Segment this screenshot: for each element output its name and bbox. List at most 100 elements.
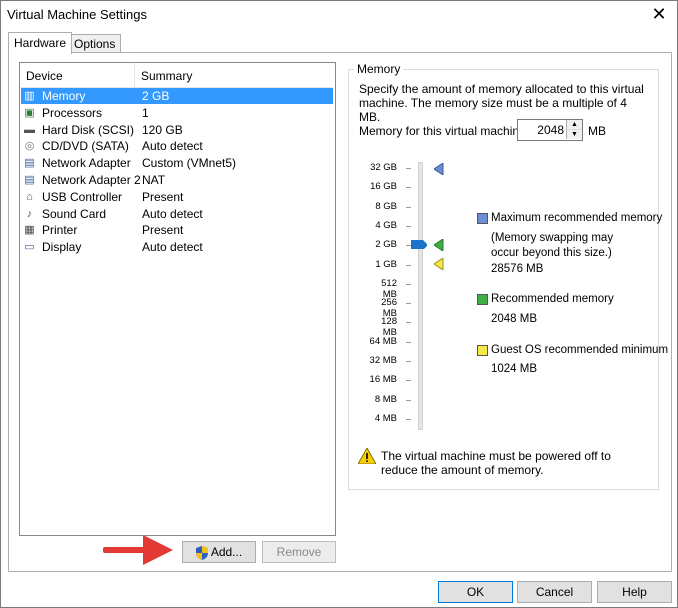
device-summary: Custom (VMnet5) bbox=[142, 156, 237, 171]
device-row[interactable]: ▤ Network Adapter Custom (VMnet5) bbox=[21, 155, 333, 171]
recommended-legend-swatch-icon bbox=[477, 294, 488, 305]
tab-options[interactable]: Options bbox=[68, 34, 122, 53]
memory-scale-tick bbox=[406, 168, 411, 169]
device-summary: Present bbox=[142, 189, 184, 204]
memory-icon: ▥ bbox=[24, 90, 35, 102]
memory-stepper[interactable]: 2048 ▲ ▼ bbox=[517, 119, 583, 141]
device-name: Memory bbox=[42, 89, 86, 103]
max-legend-note: (Memory swapping may occur beyond this s… bbox=[491, 232, 614, 259]
memory-scale-tick-label: 2 GB bbox=[375, 239, 397, 251]
device-summary: Auto detect bbox=[142, 206, 203, 221]
device-row[interactable]: ♪ Sound Card Auto detect bbox=[21, 206, 333, 222]
device-name: Display bbox=[42, 240, 82, 255]
tab-hardware[interactable]: Hardware bbox=[8, 32, 73, 54]
memory-description: Specify the amount of memory allocated t… bbox=[359, 82, 644, 124]
add-button-label: Add... bbox=[210, 545, 243, 559]
minimum-memory-marker-icon bbox=[434, 258, 444, 270]
increment-icon[interactable]: ▲ bbox=[566, 120, 582, 130]
max-memory-marker-icon bbox=[434, 163, 444, 175]
decrement-icon[interactable]: ▼ bbox=[566, 130, 582, 139]
device-list-header: Device Summary bbox=[20, 63, 333, 88]
memory-field-label: Memory for this virtual machine: bbox=[359, 124, 530, 138]
memory-input[interactable]: 2048 bbox=[518, 120, 564, 140]
warning-icon bbox=[358, 448, 376, 464]
memory-scale-tick-label: 8 GB bbox=[375, 200, 397, 212]
device-summary: NAT bbox=[142, 173, 166, 187]
memory-scale-tick bbox=[406, 187, 411, 189]
device-name: Network Adapter bbox=[42, 156, 131, 171]
memory-scale-tick bbox=[406, 264, 411, 266]
memory-scale-tick bbox=[406, 418, 411, 420]
device-name: Printer bbox=[42, 223, 78, 238]
device-row[interactable]: ◎ CD/DVD (SATA) Auto detect bbox=[21, 138, 333, 154]
device-summary: Auto detect bbox=[142, 139, 203, 154]
device-name: Hard Disk (SCSI) bbox=[42, 122, 135, 137]
device-row[interactable]: ⌂ USB Controller Present bbox=[21, 189, 333, 205]
max-legend-value: 28576 MB bbox=[491, 263, 544, 275]
memory-scale-tick bbox=[406, 206, 411, 208]
memory-scale-tick bbox=[406, 283, 411, 285]
shield-icon bbox=[195, 545, 208, 560]
minimum-legend-swatch-icon bbox=[477, 345, 488, 356]
memory-scale-tick-label: 4 MB bbox=[374, 412, 397, 424]
memory-scale-tick bbox=[406, 225, 411, 227]
device-row[interactable]: ▥ Memory 2 GB bbox=[21, 88, 333, 104]
add-button[interactable]: Add... bbox=[182, 541, 256, 563]
column-header-summary[interactable]: Summary bbox=[141, 69, 192, 83]
cd-dvd-icon: ◎ bbox=[24, 140, 35, 153]
device-name: CD/DVD (SATA) bbox=[42, 139, 129, 154]
device-row[interactable]: ▭ Display Auto detect bbox=[21, 239, 333, 255]
memory-scale-tick-label: 32 MB bbox=[369, 355, 397, 366]
device-summary: 2 GB bbox=[142, 89, 170, 103]
memory-scale-tick-label: 64 MB bbox=[369, 335, 397, 347]
column-header-device[interactable]: Device bbox=[26, 69, 63, 83]
recommended-memory-marker-icon bbox=[434, 239, 444, 251]
device-row[interactable]: ▦ Printer Present bbox=[21, 222, 333, 238]
memory-scale-tick-label: 32 GB bbox=[370, 162, 397, 173]
device-row[interactable]: ▤ Network Adapter 2 NAT bbox=[21, 172, 333, 188]
minimum-legend-value: 1024 MB bbox=[491, 363, 538, 375]
device-summary: Present bbox=[142, 223, 184, 238]
sound-icon: ♪ bbox=[26, 207, 33, 220]
memory-slider-track[interactable] bbox=[418, 162, 423, 430]
memory-unit: MB bbox=[588, 124, 606, 138]
device-summary: Auto detect bbox=[142, 240, 203, 255]
memory-scale-tick-label: 8 MB bbox=[374, 393, 397, 405]
cancel-button[interactable]: Cancel bbox=[517, 581, 592, 603]
ok-button[interactable]: OK bbox=[438, 581, 513, 603]
help-button[interactable]: Help bbox=[597, 581, 672, 603]
memory-group-label: Memory bbox=[354, 62, 404, 76]
recommended-legend-value: 2048 MB bbox=[491, 313, 538, 325]
memory-slider-thumb[interactable] bbox=[411, 239, 427, 249]
device-name: Sound Card bbox=[42, 206, 107, 221]
device-name: Network Adapter 2 bbox=[42, 173, 141, 187]
memory-warning-text: The virtual machine must be powered off … bbox=[381, 449, 611, 477]
memory-scale-tick-label: 4 GB bbox=[375, 219, 397, 231]
remove-button[interactable]: Remove bbox=[262, 541, 336, 563]
processor-icon: ▣ bbox=[24, 106, 35, 119]
hard-disk-icon: ▬ bbox=[24, 123, 35, 136]
display-icon: ▭ bbox=[24, 241, 35, 254]
printer-icon: ▦ bbox=[24, 224, 35, 237]
device-row[interactable]: ▬ Hard Disk (SCSI) 120 GB bbox=[21, 122, 333, 138]
usb-icon: ⌂ bbox=[26, 190, 33, 203]
memory-scale-tick bbox=[406, 303, 411, 305]
network-adapter-icon: ▤ bbox=[24, 157, 35, 170]
window-title: Virtual Machine Settings bbox=[7, 7, 147, 22]
recommended-legend-title: Recommended memory bbox=[491, 293, 614, 305]
device-name: USB Controller bbox=[42, 189, 123, 204]
device-row[interactable]: ▣ Processors 1 bbox=[21, 105, 333, 121]
memory-scale-tick bbox=[406, 399, 411, 401]
max-legend-title: Maximum recommended memory bbox=[491, 212, 663, 224]
minimum-legend-title: Guest OS recommended minimum bbox=[491, 344, 669, 356]
device-summary: 1 bbox=[142, 105, 149, 120]
arrow-annotation-icon bbox=[103, 535, 173, 565]
device-summary: 120 GB bbox=[142, 122, 183, 137]
title-bar: Virtual Machine Settings ✕ bbox=[1, 1, 677, 29]
device-list[interactable]: Device Summary ▥ Memory 2 GB ▣ Processors 1 ▬ H… bbox=[19, 62, 336, 536]
column-separator[interactable] bbox=[134, 63, 135, 87]
memory-scale-tick bbox=[406, 380, 411, 382]
close-icon[interactable]: ✕ bbox=[647, 3, 671, 25]
memory-scale-tick bbox=[406, 361, 411, 362]
network-adapter-icon: ▤ bbox=[24, 174, 35, 186]
